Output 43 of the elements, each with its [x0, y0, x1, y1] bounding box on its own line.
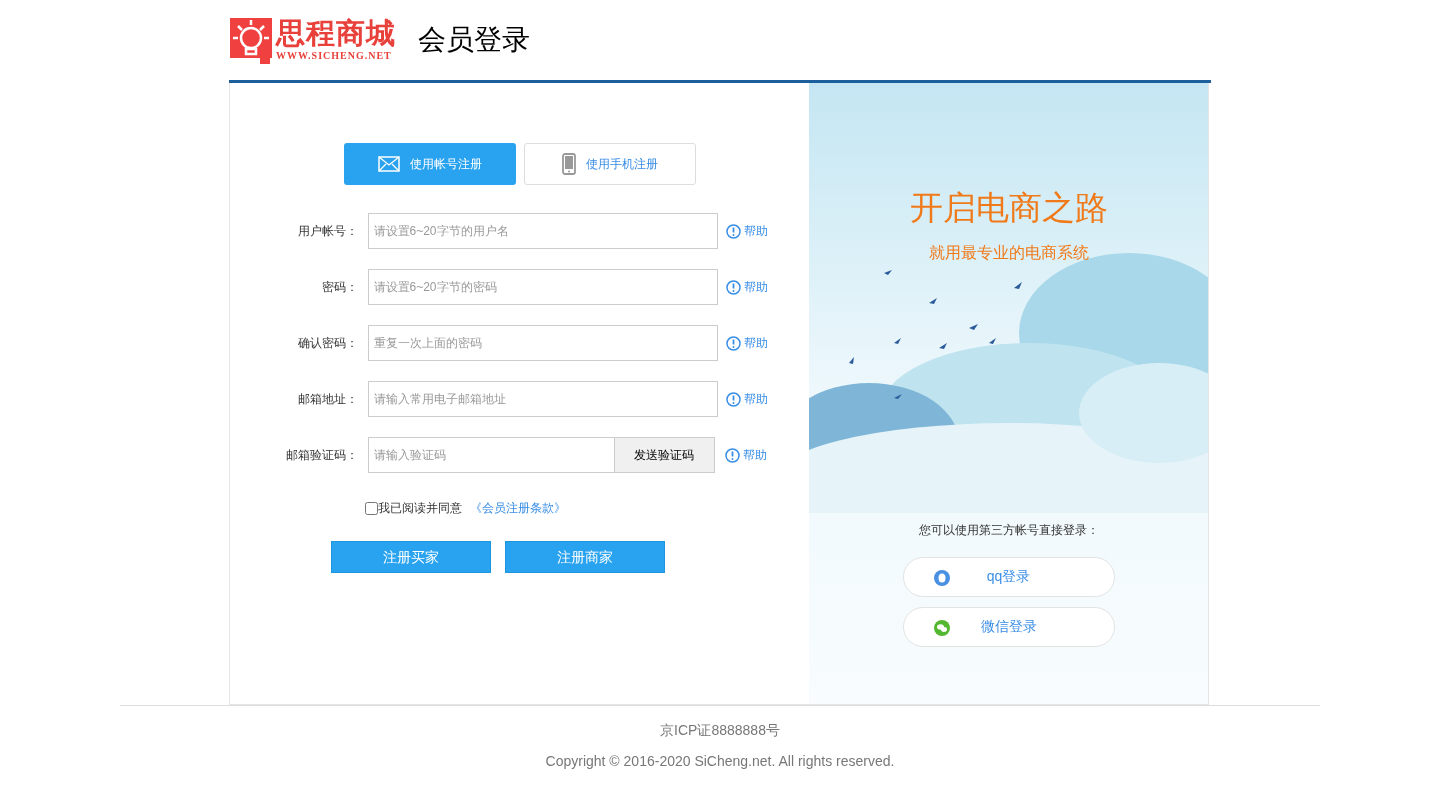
promo-subtitle: 就用最专业的电商系统 — [928, 242, 1089, 263]
social-login-button[interactable]: qq登录 — [902, 556, 1115, 597]
help-link[interactable]: 帮助 — [725, 222, 768, 240]
input-field[interactable]: 请输入常用电子邮箱地址 — [367, 381, 718, 417]
social-login-button[interactable]: 微信登录 — [902, 606, 1115, 647]
register-tab[interactable]: 使用帐号注册 — [343, 143, 516, 185]
info-icon — [724, 447, 740, 463]
envelope-icon — [377, 156, 400, 172]
agreement-text: 我已阅读并同意 — [377, 500, 462, 517]
help-link[interactable]: 帮助 — [724, 446, 767, 464]
input-field[interactable]: 请设置6~20字节的用户名 — [367, 213, 718, 249]
help-link[interactable]: 帮助 — [725, 334, 768, 352]
register-button[interactable]: 注册买家 — [330, 541, 491, 573]
help-link[interactable]: 帮助 — [725, 278, 768, 296]
field-label: 用户帐号： — [296, 223, 358, 240]
info-icon — [725, 223, 741, 239]
phone-icon — [561, 153, 576, 175]
info-icon — [725, 279, 741, 295]
third-party-prompt: 您可以使用第三方帐号直接登录： — [918, 521, 1099, 539]
page-title: 会员登录 — [418, 23, 530, 57]
send-code-button[interactable]: 发送验证码 — [614, 437, 715, 473]
input-field[interactable]: 请输入验证码 — [367, 437, 615, 473]
register-button[interactable]: 注册商家 — [504, 541, 665, 573]
field-label: 确认密码： — [296, 335, 358, 352]
field-label: 邮箱地址： — [296, 391, 358, 408]
field-label: 邮箱验证码： — [284, 447, 358, 464]
logo-name: 思程商城 — [276, 19, 396, 48]
info-icon — [725, 391, 741, 407]
lightbulb-logo-icon — [230, 16, 272, 64]
input-field[interactable]: 重复一次上面的密码 — [367, 325, 718, 361]
info-icon — [725, 335, 741, 351]
field-label: 密码： — [320, 279, 358, 296]
logo-url: WWW.SICHENG.NET — [276, 51, 393, 61]
penguin-icon — [933, 569, 950, 586]
agreement-checkbox[interactable] — [364, 501, 378, 515]
icp-license: 京ICP证8888888号 — [660, 721, 780, 740]
terms-link[interactable]: 《会员注册条款》 — [469, 499, 566, 517]
register-tab[interactable]: 使用手机注册 — [523, 143, 696, 185]
input-field[interactable]: 请设置6~20字节的密码 — [367, 269, 718, 305]
promo-title: 开启电商之路 — [909, 188, 1108, 228]
help-link[interactable]: 帮助 — [725, 390, 768, 408]
chat-bubbles-icon — [933, 619, 950, 636]
copyright: Copyright © 2016-2020 SiCheng.net. All rights reserved. — [545, 752, 895, 771]
